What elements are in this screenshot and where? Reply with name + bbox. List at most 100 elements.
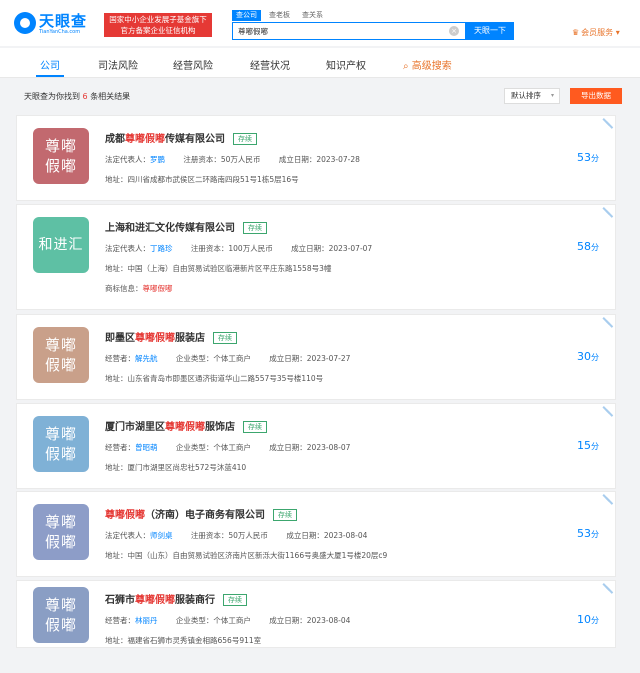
company-avatar[interactable]: 尊嘟 假嘟 bbox=[33, 504, 89, 560]
company-name-link[interactable]: 即墨区尊嘟假嘟服装店 存续 bbox=[105, 329, 237, 344]
field-label: 成立日期： bbox=[269, 616, 307, 625]
established-date: 2023-08-04 bbox=[306, 616, 351, 625]
company-name-part: 服装商行 bbox=[175, 595, 215, 606]
legal-representative-link[interactable]: 林丽丹 bbox=[135, 616, 158, 625]
tab-search-company[interactable]: 查公司 bbox=[232, 10, 261, 21]
established-date: 2023-07-07 bbox=[328, 244, 373, 253]
eye-logo-icon bbox=[14, 12, 36, 34]
field-label: 法定代表人： bbox=[105, 531, 150, 540]
company-address: 地址：四川省成都市武侯区二环路南四段51号1栋5层16号 bbox=[105, 175, 299, 184]
tab-search-boss[interactable]: 查老板 bbox=[265, 10, 294, 21]
company-name-link[interactable]: 石狮市尊嘟假嘟服装商行 存续 bbox=[105, 591, 247, 606]
company-address: 地址：厦门市湖里区尚忠社572号沐蓝410 bbox=[105, 463, 247, 472]
company-meta-row: 法定代表人：丁路珍 注册资本：100万人民币 成立日期：2023-07-07 bbox=[105, 243, 388, 254]
avatar-text-line1: 尊嘟 bbox=[44, 596, 77, 614]
results-prefix: 天眼查为你找到 bbox=[24, 92, 80, 101]
company-score[interactable]: 53分 bbox=[577, 527, 599, 540]
company-card[interactable]: 尊嘟 假嘟 尊嘟假嘟（济南）电子商务有限公司 存续 法定代表人：师剑桌 注册资本：… bbox=[16, 491, 616, 577]
trademark-value: 尊嘟假嘟 bbox=[142, 284, 173, 293]
company-avatar[interactable]: 和进汇 bbox=[33, 217, 89, 273]
nav-tab-operation-risk[interactable]: 经营风险 bbox=[173, 57, 213, 72]
nav-advanced-search[interactable]: ⌕ 高级搜索 bbox=[403, 57, 452, 72]
category-nav: 公司 司法风险 经营风险 经营状况 知识产权 ⌕ 高级搜索 bbox=[0, 48, 640, 78]
field-value: 个体工商户 bbox=[213, 443, 251, 452]
company-meta-row: 经营者：曾昭萌 企业类型：个体工商户 成立日期：2023-08-07 bbox=[105, 442, 366, 453]
score-value: 53 bbox=[577, 151, 591, 164]
company-name-link[interactable]: 上海和进汇文化传媒有限公司 存续 bbox=[105, 219, 267, 234]
field-label: 注册资本： bbox=[183, 155, 221, 164]
field-label: 企业类型： bbox=[175, 443, 214, 452]
company-card[interactable]: 尊嘟 假嘟 成都尊嘟假嘟传媒有限公司 存续 法定代表人：罗鹏 注册资本：50万人民… bbox=[16, 115, 616, 201]
score-unit: 分 bbox=[591, 353, 599, 362]
field-value: 个体工商户 bbox=[213, 354, 251, 363]
score-unit: 分 bbox=[591, 616, 599, 625]
field-label: 注册资本： bbox=[190, 244, 229, 253]
company-address: 地址：中国（山东）自由贸易试验区济南片区新泺大街1166号奥盛大厦1号楼20层c… bbox=[105, 551, 388, 560]
status-badge: 存续 bbox=[243, 222, 267, 234]
company-name-link[interactable]: 尊嘟假嘟（济南）电子商务有限公司 存续 bbox=[105, 506, 297, 521]
corner-decoration-icon bbox=[601, 317, 614, 329]
company-avatar[interactable]: 尊嘟 假嘟 bbox=[33, 128, 89, 184]
search-box: × bbox=[232, 22, 466, 40]
sort-dropdown[interactable]: 默认排序 ▾ bbox=[504, 88, 560, 104]
legal-representative-link[interactable]: 师剑桌 bbox=[150, 531, 173, 540]
company-address: 地址：山东省青岛市即墨区通济街道华山二路557号35号楼110号 bbox=[105, 374, 324, 383]
avatar-text-line1: 尊嘟 bbox=[44, 425, 77, 443]
nav-tab-judicial-risk[interactable]: 司法风险 bbox=[98, 57, 138, 72]
legal-representative-link[interactable]: 丁路珍 bbox=[150, 244, 173, 253]
export-data-button[interactable]: 导出数据 bbox=[570, 88, 622, 104]
legal-representative-link[interactable]: 罗鹏 bbox=[150, 155, 165, 164]
nav-tab-operation-status[interactable]: 经营状况 bbox=[250, 57, 290, 72]
search-button[interactable]: 天眼一下 bbox=[466, 22, 514, 40]
avatar-text-line2: 假嘟 bbox=[44, 157, 77, 175]
field-value: 50万人民币 bbox=[228, 531, 268, 540]
field-label: 成立日期： bbox=[269, 443, 307, 452]
site-logo[interactable]: 天眼查 TianYanCha.com bbox=[14, 10, 102, 38]
company-score[interactable]: 15分 bbox=[577, 439, 599, 452]
company-avatar[interactable]: 尊嘟 假嘟 bbox=[33, 327, 89, 383]
company-avatar[interactable]: 尊嘟 假嘟 bbox=[33, 587, 89, 643]
logo-domain: TianYanCha.com bbox=[39, 29, 81, 35]
legal-representative-link[interactable]: 曾昭萌 bbox=[135, 443, 158, 452]
company-name-part: （济南）电子商务有限公司 bbox=[145, 510, 265, 521]
established-date: 2023-08-04 bbox=[323, 531, 368, 540]
company-name-link[interactable]: 厦门市湖里区尊嘟假嘟服饰店 存续 bbox=[105, 418, 267, 433]
company-card[interactable]: 尊嘟 假嘟 石狮市尊嘟假嘟服装商行 存续 经营者：林丽丹 企业类型：个体工商户 成… bbox=[16, 580, 616, 648]
status-badge: 存续 bbox=[243, 421, 267, 433]
company-address: 地址：中国（上海）自由贸易试验区临港新片区平庄东路1558号3幢 bbox=[105, 264, 332, 273]
results-suffix: 条相关结果 bbox=[90, 92, 131, 101]
clear-icon[interactable]: × bbox=[449, 26, 459, 36]
avatar-text-line2: 假嘟 bbox=[44, 616, 77, 634]
tab-search-relation[interactable]: 查关系 bbox=[298, 10, 327, 21]
crown-icon: ♛ bbox=[572, 28, 580, 37]
company-score[interactable]: 58分 bbox=[577, 240, 599, 253]
company-score[interactable]: 10分 bbox=[577, 613, 599, 626]
field-label: 成立日期： bbox=[278, 155, 317, 164]
field-label: 注册资本： bbox=[190, 531, 229, 540]
search-input[interactable] bbox=[233, 23, 433, 39]
status-badge: 存续 bbox=[223, 594, 247, 606]
company-card[interactable]: 尊嘟 假嘟 即墨区尊嘟假嘟服装店 存续 经营者：解先航 企业类型：个体工商户 成立… bbox=[16, 314, 616, 400]
nav-tab-ip[interactable]: 知识产权 bbox=[326, 57, 366, 72]
vip-service-link[interactable]: ♛ 会员服务 ▾ bbox=[572, 27, 620, 38]
score-value: 30 bbox=[577, 350, 591, 363]
company-name-link[interactable]: 成都尊嘟假嘟传媒有限公司 存续 bbox=[105, 130, 257, 145]
company-avatar[interactable]: 尊嘟 假嘟 bbox=[33, 416, 89, 472]
logo-name: 天眼查 bbox=[39, 12, 88, 30]
official-badge: 国家中小企业发展子基金旗下 官方备案企业征信机构 bbox=[104, 13, 212, 37]
avatar-text-line1: 尊嘟 bbox=[44, 513, 77, 531]
field-label: 经营者： bbox=[105, 354, 135, 363]
company-name-part: 服饰店 bbox=[205, 422, 235, 433]
legal-representative-link[interactable]: 解先航 bbox=[135, 354, 158, 363]
company-card[interactable]: 尊嘟 假嘟 厦门市湖里区尊嘟假嘟服饰店 存续 经营者：曾昭萌 企业类型：个体工商户… bbox=[16, 403, 616, 489]
company-card[interactable]: 和进汇 上海和进汇文化传媒有限公司 存续 法定代表人：丁路珍 注册资本：100万人… bbox=[16, 204, 616, 310]
nav-tab-company[interactable]: 公司 bbox=[40, 57, 60, 72]
score-unit: 分 bbox=[591, 243, 599, 252]
company-score[interactable]: 30分 bbox=[577, 350, 599, 363]
company-name-highlight: 尊嘟假嘟 bbox=[135, 595, 175, 606]
company-score[interactable]: 53分 bbox=[577, 151, 599, 164]
company-name-part: 传媒有限公司 bbox=[165, 134, 225, 145]
company-name-part: 厦门市湖里区 bbox=[105, 422, 165, 433]
score-value: 15 bbox=[577, 439, 591, 452]
status-badge: 存续 bbox=[233, 133, 257, 145]
